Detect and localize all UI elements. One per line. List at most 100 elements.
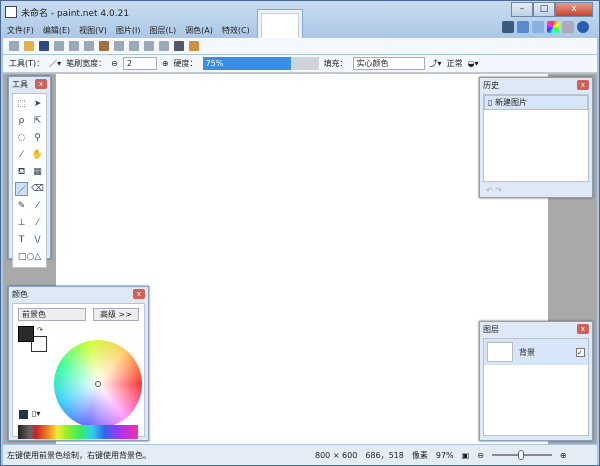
menu-view[interactable]: 视图(V) [79, 25, 107, 36]
color-mode-select[interactable]: 前景色 [18, 308, 86, 321]
status-hint: 左键使用前景色绘制，右键使用背景色。 [7, 450, 151, 460]
paintbrush-icon[interactable]: ／ [15, 182, 28, 196]
copy-icon[interactable] [84, 41, 94, 51]
crop-icon[interactable] [114, 41, 124, 51]
fill-label: 填充： [323, 59, 348, 68]
history-panel-title: 历史 [483, 80, 499, 90]
tool-label: 工具(T)： [9, 59, 45, 68]
history-item[interactable]: ▯ 新建图片 [484, 95, 588, 110]
color-picker-icon[interactable]: ⁄ [31, 199, 44, 213]
hardness-slider[interactable]: 75% [202, 57, 291, 70]
menu-bar: 文件(F) 编辑(E) 视图(V) 图片(I) 图层(L) 调色(A) 特效(C… [7, 23, 250, 37]
maximize-button[interactable]: □ [533, 2, 555, 17]
menu-file[interactable]: 文件(F) [7, 25, 34, 36]
save-icon[interactable] [39, 41, 49, 51]
gradient-icon[interactable]: ▦ [31, 165, 44, 179]
grid-icon[interactable] [174, 41, 184, 51]
tools-panel-close[interactable]: x [35, 79, 47, 89]
main-toolbar [3, 38, 597, 54]
print-icon[interactable] [54, 41, 64, 51]
ellipse-select-icon[interactable]: ◌ [15, 131, 28, 145]
history-panel-close[interactable]: x [577, 80, 589, 90]
colors-panel-title: 颜色 [12, 289, 28, 299]
layers-panel-close[interactable]: x [577, 324, 589, 334]
ruler-icon[interactable] [189, 41, 199, 51]
app-window: 未命名 - paint.net 4.0.21 – □ x 文件(F) 编辑(E)… [0, 0, 600, 466]
magic-wand-icon[interactable]: ⁄ [15, 148, 28, 162]
colors-panel: 颜色 x 前景色 高级 >> ↷ ▯▾ [8, 286, 149, 441]
settings-gear-icon[interactable] [562, 21, 574, 33]
tool-options-bar: 工具(T)： ／▾ 笔刷宽度： ⊖ 2 ⊕ 硬度： 75% 填充： 实心颜色 ⤴… [3, 55, 597, 73]
color-wheel-cursor[interactable] [95, 381, 101, 387]
paintnet-app-icon [5, 6, 17, 18]
history-window-icon[interactable] [517, 21, 529, 33]
redo-icon[interactable] [159, 41, 169, 51]
layers-window-icon[interactable] [532, 21, 544, 33]
color-wheel[interactable] [54, 340, 142, 428]
colors-window-icon[interactable] [547, 21, 559, 33]
menu-image[interactable]: 图片(I) [116, 25, 141, 36]
selection-mode-icon[interactable]: ◒▾ [468, 59, 479, 68]
paint-bucket-icon[interactable]: ⛾ [15, 165, 28, 179]
title-bar: 未命名 - paint.net 4.0.21 [5, 4, 129, 20]
rectangle-select-icon[interactable]: ⬚ [15, 97, 28, 111]
zoom-to-window-icon[interactable]: ▣ [462, 451, 470, 460]
move-selection-icon[interactable]: ⇱ [31, 114, 44, 128]
close-button[interactable]: x [555, 2, 593, 17]
move-selected-icon[interactable]: ➤ [31, 97, 44, 111]
paste-icon[interactable] [99, 41, 109, 51]
zoom-icon[interactable]: ⚲ [31, 131, 44, 145]
menu-layers[interactable]: 图层(L) [149, 25, 176, 36]
open-icon[interactable] [24, 41, 34, 51]
clone-stamp-icon[interactable]: ⊥ [15, 216, 28, 230]
pan-icon[interactable]: ✋ [31, 148, 44, 162]
antialiasing-icon[interactable]: ⤴▾ [430, 58, 442, 69]
zoom-out-icon[interactable]: ⊖ [477, 451, 484, 460]
brush-width-input[interactable]: 2 [122, 57, 157, 70]
layer-row[interactable]: 背景 ✓ [484, 339, 588, 365]
line-curve-icon[interactable]: \/ [31, 233, 44, 247]
layer-visibility-checkbox[interactable]: ✓ [576, 347, 585, 357]
layer-name: 背景 [519, 347, 535, 357]
hardness-slider-track [290, 57, 319, 70]
brush-width-increase[interactable]: ⊕ [162, 59, 169, 68]
shapes-icon[interactable]: □○△ [15, 250, 44, 264]
status-bar: 左键使用前景色绘制，右键使用背景色。 800 × 600 686，518 像素 … [3, 445, 597, 465]
swap-colors-icon[interactable]: ↷ [37, 326, 43, 334]
zoom-in-icon[interactable]: ⊕ [560, 451, 567, 460]
history-panel: 历史 x ▯ 新建图片 ↶ ↷ [479, 77, 593, 198]
more-colors-button[interactable]: 高级 >> [93, 308, 139, 321]
image-size: 800 × 600 [315, 450, 358, 460]
tools-panel: 工具 x ⬚ ➤ ρ ⇱ ◌ ⚲ ⁄ ✋ ⛾ ▦ ／ ⌫ ✎ ⁄ ⊥ ⁄ T \/ □○△ [8, 76, 51, 268]
brush-width-decrease[interactable]: ⊖ [111, 59, 118, 68]
menu-effects[interactable]: 特效(C) [222, 25, 250, 36]
cursor-position: 686，518 [365, 450, 404, 460]
layers-panel-title: 图层 [483, 324, 499, 334]
undo-icon[interactable] [144, 41, 154, 51]
new-icon[interactable] [9, 41, 19, 51]
palette-menu-icon[interactable]: ▯▾ [32, 409, 40, 418]
eraser-icon[interactable]: ⌫ [31, 182, 44, 196]
menu-adjustments[interactable]: 调色(A) [185, 25, 213, 36]
color-palette[interactable] [18, 425, 138, 439]
deselect-icon[interactable] [129, 41, 139, 51]
tool-picker-paintbrush-icon[interactable]: ／▾ [49, 58, 61, 69]
fill-select[interactable]: 实心颜色 [352, 57, 425, 70]
history-undo-redo[interactable]: ↶ ↷ [480, 184, 592, 197]
lasso-select-icon[interactable]: ρ [15, 114, 28, 128]
colors-panel-close[interactable]: x [133, 289, 145, 299]
palette-swatch-icon[interactable] [19, 410, 28, 419]
primary-color-swatch[interactable] [18, 326, 34, 342]
recolor-icon[interactable]: ⁄ [31, 216, 44, 230]
text-icon[interactable]: T [15, 233, 28, 247]
units-select[interactable]: 像素 [412, 450, 428, 461]
zoom-slider[interactable] [491, 450, 552, 460]
blend-mode-select[interactable]: 正常 [447, 58, 463, 69]
menu-edit[interactable]: 编辑(E) [43, 25, 70, 36]
help-icon[interactable] [577, 21, 589, 33]
zoom-level[interactable]: 97% [436, 451, 454, 460]
cut-icon[interactable] [69, 41, 79, 51]
minimize-button[interactable]: – [511, 2, 533, 17]
tools-window-icon[interactable] [502, 21, 514, 33]
pencil-icon[interactable]: ✎ [15, 199, 28, 213]
